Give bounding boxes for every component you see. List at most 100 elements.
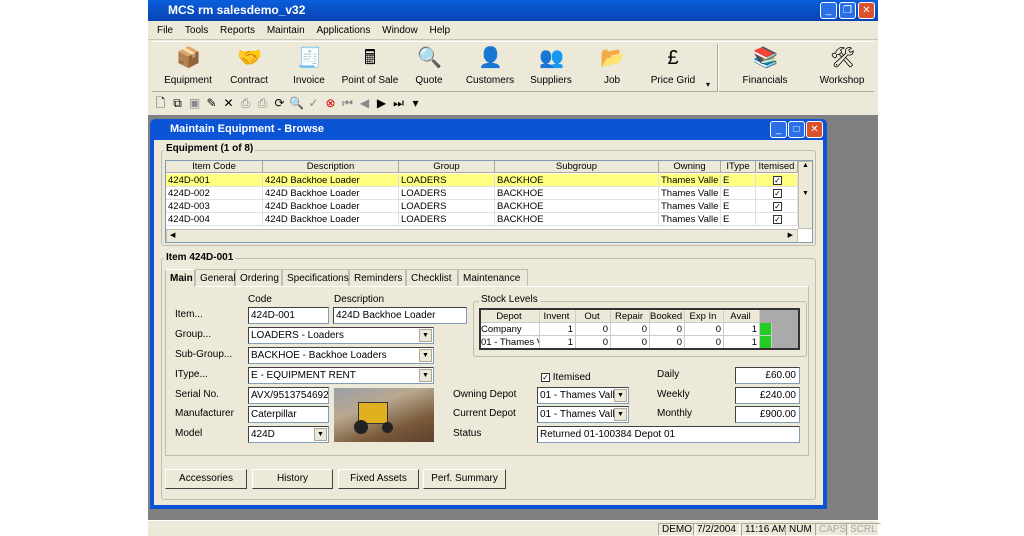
point-of-sale-button[interactable]: 🖩 Point of Sale (339, 45, 401, 91)
close-button[interactable]: ✕ (858, 2, 875, 19)
subgroup-select[interactable]: BACKHOE - Backhoe Loaders ▼ (248, 347, 434, 364)
table-row[interactable]: 424D-004 424D Backhoe Loader LOADERS BACKHO… (166, 213, 798, 226)
job-button[interactable]: 📂 Job (581, 45, 643, 91)
customers-icon: 👤 (478, 47, 503, 69)
customers-button[interactable]: 👤 Customers (459, 45, 521, 91)
column-header[interactable]: Description (263, 161, 399, 173)
menu-applications[interactable]: Applications (316, 22, 370, 40)
vertical-scrollbar[interactable]: ▲ ▼ (798, 161, 812, 229)
daily-rate-field[interactable]: £60.00 (735, 367, 800, 384)
restore-button[interactable]: ❐ (839, 2, 856, 19)
copy-icon[interactable]: ⧉ (169, 94, 186, 112)
workshop-button[interactable]: 🛠 Workshop (811, 45, 873, 91)
menu-help[interactable]: Help (430, 22, 451, 40)
overflow-icon[interactable]: ▾ (407, 94, 424, 112)
tab-ordering[interactable]: Ordering (235, 269, 282, 286)
code-field[interactable]: 424D-001 (248, 307, 329, 324)
serial-field[interactable]: AVX/9513754692 (248, 387, 329, 404)
chevron-down-icon[interactable]: ▼ (419, 329, 432, 342)
tab-specifications[interactable]: Specifications (282, 269, 349, 286)
previous-record-icon[interactable]: ◀ (356, 94, 373, 112)
child-maximize-button[interactable]: □ (788, 121, 805, 138)
itemised-checkbox[interactable]: ✓ Itemised (541, 372, 591, 383)
group-select[interactable]: LOADERS - Loaders ▼ (248, 327, 434, 344)
next-record-icon[interactable]: ▶ (373, 94, 390, 112)
tab-main[interactable]: Main (165, 269, 195, 287)
financials-button[interactable]: 📚 Financials (734, 45, 796, 91)
itype-label[interactable]: IType... (175, 368, 208, 382)
chevron-down-icon[interactable]: ▼ (314, 428, 327, 441)
current-depot-select[interactable]: 01 - Thames Valley ▼ (537, 406, 629, 423)
group-label[interactable]: Group... (175, 328, 211, 342)
column-header[interactable]: IType (721, 161, 756, 173)
contract-button[interactable]: 🤝 Contract (218, 45, 280, 91)
minimize-button[interactable]: _ (820, 2, 837, 19)
toolbar-overflow-icon[interactable]: ▾ (706, 80, 710, 89)
item-label[interactable]: Item... (175, 308, 203, 322)
monthly-rate-field[interactable]: £900.00 (735, 406, 800, 423)
column-header[interactable]: Item Code (166, 161, 263, 173)
current-depot-label: Current Depot (453, 408, 516, 419)
equipment-grid[interactable]: Item Code Description Group Subgroup Owning I… (165, 160, 813, 243)
status-label: Status (453, 428, 482, 439)
status-field[interactable]: Returned 01-100384 Depot 01 (537, 426, 800, 443)
chevron-down-icon[interactable]: ▼ (419, 349, 432, 362)
history-button[interactable]: History (252, 469, 333, 489)
itype-select[interactable]: E - EQUIPMENT RENT ▼ (248, 367, 434, 384)
quote-button[interactable]: 🔍 Quote (398, 45, 460, 91)
delete-icon[interactable]: ✕ (220, 94, 237, 112)
stock-column-header: Avail (724, 310, 760, 323)
stock-cell: 1 (540, 323, 576, 336)
suppliers-button[interactable]: 👥 Suppliers (520, 45, 582, 91)
tab-reminders[interactable]: Reminders (349, 269, 406, 286)
equipment-button[interactable]: 📦 Equipment (157, 45, 219, 91)
table-row[interactable]: 424D-002 424D Backhoe Loader LOADERS BACKHO… (166, 187, 798, 200)
menu-tools[interactable]: Tools (185, 22, 208, 40)
table-row[interactable]: 424D-001 424D Backhoe Loader LOADERS BACKHO… (166, 174, 798, 187)
menu-window[interactable]: Window (382, 22, 418, 40)
last-record-icon[interactable]: ⏭ (390, 94, 407, 112)
print-icon[interactable]: ⎙ (254, 94, 271, 112)
menu-reports[interactable]: Reports (220, 22, 255, 40)
save-icon[interactable]: ▣ (186, 94, 203, 112)
accept-icon[interactable]: ✓ (305, 94, 322, 112)
chevron-down-icon[interactable]: ▼ (614, 408, 627, 421)
menu-maintain[interactable]: Maintain (267, 22, 305, 40)
price-grid-button[interactable]: £ Price Grid (642, 45, 704, 91)
weekly-rate-field[interactable]: £240.00 (735, 387, 800, 404)
stock-cell: 1 (540, 336, 576, 348)
column-header[interactable]: Subgroup (495, 161, 659, 173)
description-field[interactable]: 424D Backhoe Loader (333, 307, 467, 324)
chevron-down-icon[interactable]: ▼ (419, 369, 432, 382)
cancel-icon[interactable]: ⊗ (322, 94, 339, 112)
search-icon[interactable]: 🔍 (288, 94, 305, 112)
column-header[interactable]: Itemised (756, 161, 798, 173)
horizontal-scrollbar[interactable]: ◀ ▶ (166, 229, 798, 242)
perf-summary-button[interactable]: Perf. Summary (423, 469, 506, 489)
edit-icon[interactable]: ✎ (203, 94, 220, 112)
table-row[interactable]: 424D-003 424D Backhoe Loader LOADERS BACKHO… (166, 200, 798, 213)
subgroup-label[interactable]: Sub-Group... (175, 348, 232, 362)
fixed-assets-button[interactable]: Fixed Assets (338, 469, 419, 489)
tab-general[interactable]: General (195, 269, 236, 286)
stock-levels-grid[interactable]: Depot Invent Out Repair Booked Exp In Avail Com… (479, 308, 800, 350)
menu-file[interactable]: File (157, 22, 173, 40)
first-record-icon[interactable]: ⏮ (339, 94, 356, 112)
table-cell: LOADERS (399, 213, 495, 226)
tab-maintenance[interactable]: Maintenance (458, 269, 528, 286)
invoice-button[interactable]: 🧾 Invoice (278, 45, 340, 91)
refresh-icon[interactable]: ⟳ (271, 94, 288, 112)
chevron-down-icon[interactable]: ▼ (614, 389, 627, 402)
suppliers-icon: 👥 (539, 47, 564, 69)
owning-depot-select[interactable]: 01 - Thames Valley ▼ (537, 387, 629, 404)
preview-icon[interactable]: ⎙ (237, 94, 254, 112)
accessories-button[interactable]: Accessories (165, 469, 247, 489)
manufacturer-field[interactable]: Caterpillar (248, 406, 329, 423)
child-close-button[interactable]: ✕ (806, 121, 823, 138)
child-minimize-button[interactable]: _ (770, 121, 787, 138)
new-icon[interactable]: 🗋 (152, 94, 169, 112)
column-header[interactable]: Group (399, 161, 495, 173)
tab-checklist[interactable]: Checklist (406, 269, 458, 286)
model-select[interactable]: 424D ▼ (248, 426, 329, 443)
column-header[interactable]: Owning (659, 161, 721, 173)
